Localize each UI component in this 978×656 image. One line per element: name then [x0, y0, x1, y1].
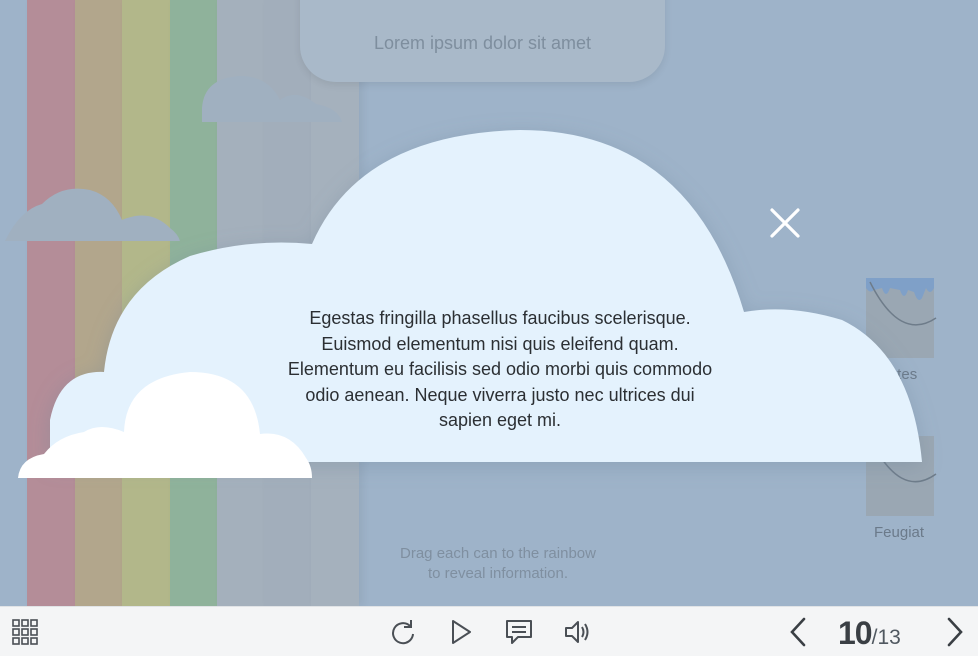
popup-line-3: Elementum eu facilisis sed odio morbi qu… — [287, 359, 713, 379]
captions-button[interactable] — [502, 616, 536, 648]
replay-icon — [392, 620, 414, 645]
paint-can-2-label: Feugiat — [874, 524, 925, 541]
volume-button[interactable] — [560, 616, 594, 648]
page-counter: 10 / 13 — [838, 615, 901, 651]
paint-can-1-label: ...entes — [868, 366, 918, 383]
hint-line-2: to reveal information. — [427, 565, 569, 582]
grid-menu-icon — [12, 619, 38, 645]
popup-line-1: Egestas fringilla phasellus faucibus sce… — [309, 308, 691, 328]
paint-can-2[interactable] — [860, 430, 940, 520]
previous-slide-button[interactable] — [781, 616, 815, 648]
popup-message: Egestas fringilla phasellus faucibus sce… — [258, 306, 742, 434]
chevron-left-icon — [790, 617, 806, 647]
hint-line-1: Drag each can to the rainbow — [400, 545, 596, 562]
instruction-hint: Drag each can to the rainbow to reveal i… — [368, 544, 628, 584]
play-icon — [452, 620, 471, 644]
close-popup-button[interactable] — [766, 204, 804, 242]
chevron-right-icon — [947, 617, 963, 647]
paint-can-1[interactable] — [860, 272, 940, 362]
menu-button[interactable] — [8, 616, 42, 648]
volume-icon — [565, 621, 589, 643]
popup-line-4: odio aenean. Neque viverra justo nec ult… — [305, 384, 695, 405]
close-icon — [770, 208, 800, 238]
background-clouds — [5, 76, 342, 241]
replay-button[interactable] — [386, 616, 420, 648]
total-pages: 13 — [877, 626, 901, 649]
popup-line-5: sapien eget mi. — [438, 410, 562, 430]
slide-title-card: Lorem ipsum dolor sit amet — [300, 0, 665, 82]
player-toolbar: 10 / 13 — [0, 606, 978, 656]
slide-title: Lorem ipsum dolor sit amet — [373, 33, 592, 53]
slide-stage: Lorem ipsum dolor sit amet ...entes Feug… — [0, 0, 978, 606]
play-button[interactable] — [444, 616, 478, 648]
current-page: 10 — [838, 615, 873, 651]
next-slide-button[interactable] — [938, 616, 972, 648]
popup-line-2: Euismod elementum nisi quis eleifend qua… — [321, 333, 679, 354]
captions-icon — [506, 620, 532, 644]
